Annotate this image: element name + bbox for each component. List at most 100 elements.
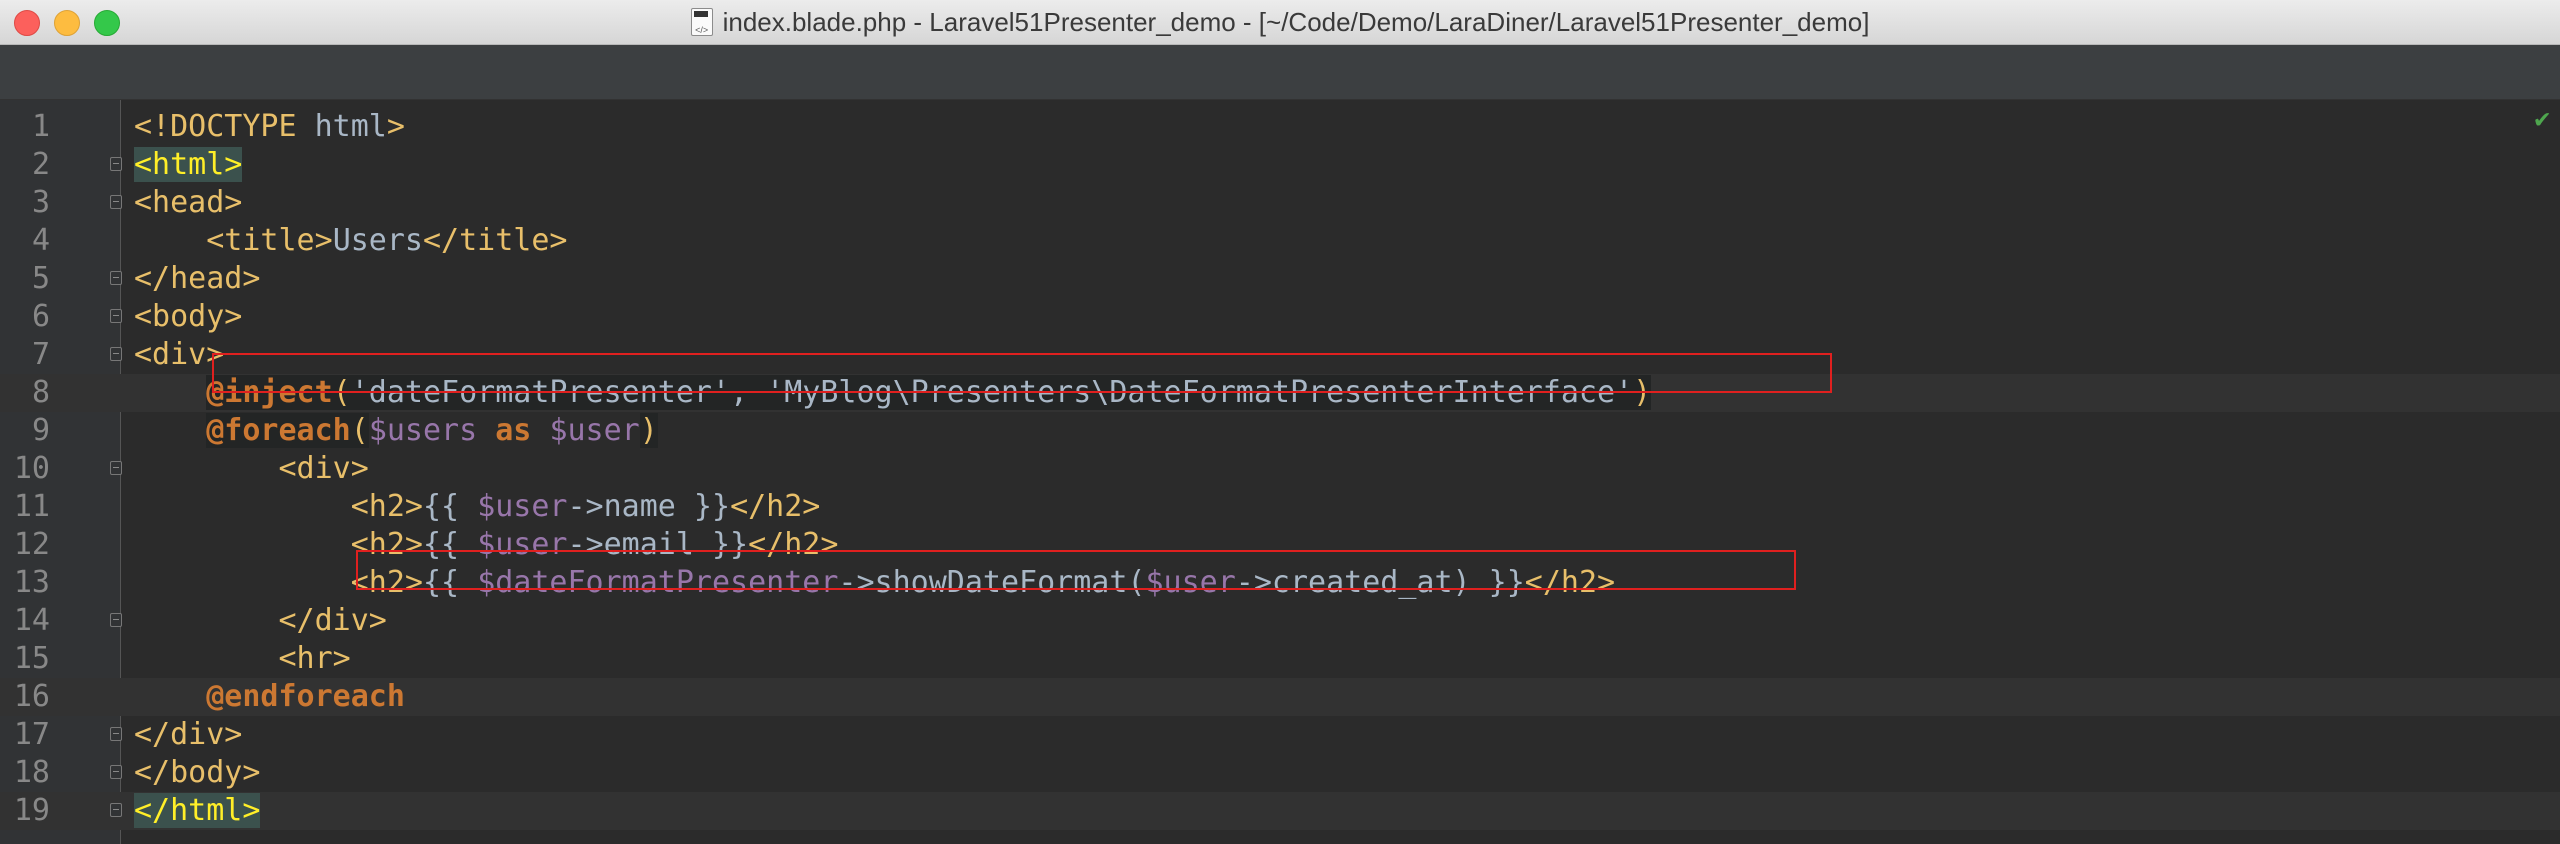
fold-marker-icon[interactable] [110, 157, 122, 171]
code-text: </head> [134, 260, 260, 298]
line-number: 3 [31, 185, 50, 220]
window-title-area: </> index.blade.php - Laravel51Presenter… [0, 0, 2560, 44]
code-token: @foreach [206, 413, 351, 448]
line-number: 18 [13, 755, 50, 790]
line-number: 6 [31, 299, 50, 334]
fold-marker-icon[interactable] [110, 347, 122, 361]
code-text: <h2>{{ $user->name }}</h2> [134, 488, 821, 526]
code-text: </body> [134, 754, 260, 792]
code-token: <div> [278, 451, 369, 486]
code-text: <div> [134, 336, 224, 374]
code-token: $user [477, 489, 568, 524]
code-token: <hr> [278, 641, 351, 676]
code-text: <title>Users</title> [134, 222, 568, 260]
line-number: 19 [13, 793, 50, 828]
fold-marker-icon[interactable] [110, 727, 122, 741]
code-line[interactable]: 17 </div> [0, 716, 2560, 754]
fold-marker-icon[interactable] [110, 461, 122, 475]
php-file-icon: </> [690, 8, 713, 36]
code-token: </h2> [730, 489, 821, 524]
code-line[interactable]: 1 <!DOCTYPE html> [0, 108, 2560, 146]
code-token: $users [368, 413, 478, 448]
fold-marker-icon[interactable] [110, 765, 122, 779]
code-token: {{ [423, 489, 478, 524]
line-number: 14 [13, 603, 50, 638]
code-token: </div> [278, 603, 387, 638]
code-text: @endforeach [134, 678, 405, 716]
code-token: <html> [134, 147, 243, 182]
code-line[interactable]: 16 @endforeach [0, 678, 2560, 716]
code-token: html [314, 109, 387, 144]
highlight-box-presenter [356, 550, 1796, 590]
line-number: 13 [13, 565, 50, 600]
code-token: $user [549, 413, 640, 448]
code-line[interactable]: 10 <div> [0, 450, 2560, 488]
code-token: as [495, 413, 532, 448]
code-token: Users [332, 223, 423, 258]
code-token: > [386, 109, 405, 144]
fold-marker-icon[interactable] [110, 613, 122, 627]
code-token: ( [350, 413, 369, 448]
code-text: <body> [134, 298, 242, 336]
line-number: 8 [31, 375, 50, 410]
window-title: index.blade.php - Laravel51Presenter_dem… [722, 6, 1870, 37]
line-number: 2 [31, 147, 50, 182]
code-token: <!DOCTYPE [134, 109, 315, 144]
line-number: 17 [13, 717, 50, 752]
code-text: </html> [134, 792, 261, 830]
highlight-box-inject [212, 353, 1832, 393]
code-text: @foreach($users as $user) [134, 412, 658, 450]
fold-marker-icon[interactable] [110, 271, 122, 285]
code-token: </title> [423, 223, 568, 258]
code-token: </body> [134, 755, 261, 790]
code-text: <head> [134, 184, 242, 222]
fold-marker-icon[interactable] [110, 309, 122, 323]
line-number: 16 [13, 679, 50, 714]
line-number: 12 [13, 527, 50, 562]
code-line[interactable]: 18 </body> [0, 754, 2560, 792]
fold-marker-icon[interactable] [110, 803, 122, 817]
code-line[interactable]: 14 </div> [0, 602, 2560, 640]
code-token: </html> [134, 793, 261, 828]
code-line[interactable]: 9 @foreach($users as $user) [0, 412, 2560, 450]
code-line[interactable]: 19 </html> [0, 792, 2560, 830]
code-text: <hr> [134, 640, 351, 678]
code-token: </div> [134, 717, 243, 752]
code-token: ->name }} [567, 489, 731, 524]
code-text: </div> [134, 716, 242, 754]
window-titlebar: </> index.blade.php - Laravel51Presenter… [0, 0, 2560, 45]
code-line[interactable]: 5 </head> [0, 260, 2560, 298]
code-line[interactable]: 11 <h2>{{ $user->name }}</h2> [0, 488, 2560, 526]
code-token: <title> [206, 223, 333, 258]
code-token: <body> [134, 299, 243, 334]
code-text: <!DOCTYPE html> [134, 108, 405, 146]
code-text: </div> [134, 602, 387, 640]
line-number: 10 [13, 451, 50, 486]
line-number: 9 [31, 413, 50, 448]
line-number: 7 [31, 337, 50, 372]
code-text: <html> [134, 146, 243, 184]
line-number: 11 [13, 489, 50, 524]
code-line[interactable]: 15 <hr> [0, 640, 2560, 678]
toolbar-area [0, 45, 2560, 100]
code-editor[interactable]: ✔ 1 <!DOCTYPE html> 2 <html> 3 <head> 4 <title… [0, 100, 2560, 844]
code-line[interactable]: 6 <body> [0, 298, 2560, 336]
code-line[interactable]: 2 <html> [0, 146, 2560, 184]
code-line[interactable]: 4 <title>Users</title> [0, 222, 2560, 260]
code-line[interactable]: 3 <head> [0, 184, 2560, 222]
fold-marker-icon[interactable] [110, 195, 122, 209]
code-token: <div> [134, 337, 225, 372]
line-number: 15 [13, 641, 50, 676]
